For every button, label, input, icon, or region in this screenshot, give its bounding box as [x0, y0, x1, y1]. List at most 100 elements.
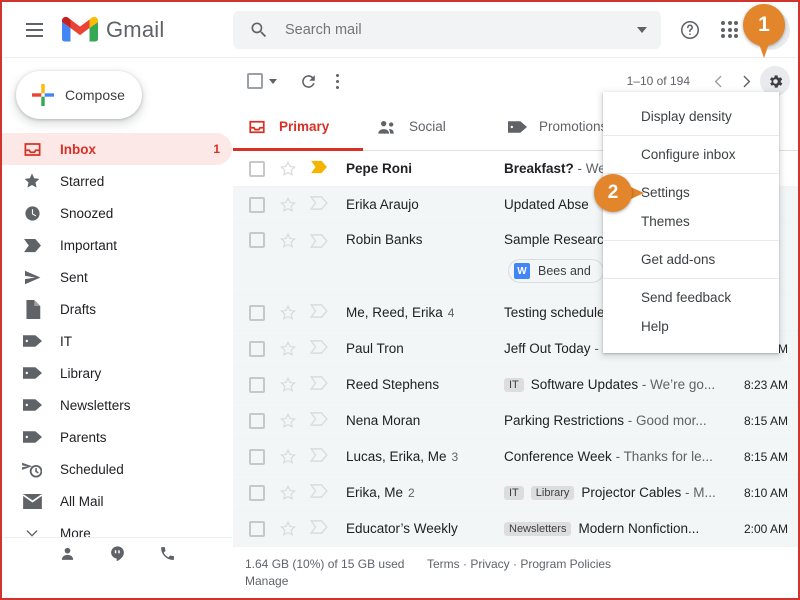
help-button[interactable]	[670, 10, 710, 50]
row-checkbox[interactable]	[249, 521, 265, 537]
row-time: 8:15 AM	[734, 450, 798, 464]
row-checkbox[interactable]	[249, 485, 265, 501]
label-chip[interactable]: IT	[504, 378, 524, 392]
tab-label: Promotions	[539, 119, 607, 134]
table-row[interactable]: Lucas, Erika, Me3 Conference Week - Than…	[233, 439, 798, 475]
important-icon[interactable]	[310, 232, 328, 250]
label-chip[interactable]: Library	[531, 486, 575, 500]
mail-stack-icon	[22, 491, 42, 511]
important-icon[interactable]	[310, 448, 328, 466]
important-icon[interactable]	[310, 520, 328, 538]
sidebar-item-all-mail[interactable]: All Mail	[2, 485, 232, 517]
snippet-text: - M...	[681, 485, 716, 500]
sidebar-item-sent[interactable]: Sent	[2, 261, 232, 293]
attachment-name: Bees and	[538, 264, 591, 278]
sidebar-item-snoozed[interactable]: Snoozed	[2, 197, 232, 229]
row-time: 8:10 AM	[734, 486, 798, 500]
star-icon[interactable]	[279, 484, 297, 502]
sidebar-item-scheduled[interactable]: Scheduled	[2, 453, 232, 485]
subject-text: Parking Restrictions	[504, 413, 624, 428]
table-row[interactable]: Erika, Me2 IT Library Projector Cables -…	[233, 475, 798, 511]
menu-item-configure-inbox[interactable]: Configure inbox	[603, 140, 779, 169]
row-checkbox[interactable]	[249, 305, 265, 321]
sidebar-item-important[interactable]: Important	[2, 229, 232, 261]
sidebar-item-inbox[interactable]: Inbox 1	[2, 133, 232, 165]
next-page-button[interactable]	[732, 67, 760, 95]
sender-name: Erika Araujo	[346, 197, 419, 212]
phone-icon[interactable]	[157, 544, 177, 564]
row-checkbox[interactable]	[249, 377, 265, 393]
menu-item-get-add-ons[interactable]: Get add-ons	[603, 245, 779, 274]
label-chip[interactable]: IT	[504, 486, 524, 500]
table-row[interactable]: Nena Moran Parking Restrictions - Good m…	[233, 403, 798, 439]
star-icon[interactable]	[279, 160, 297, 178]
star-icon[interactable]	[279, 340, 297, 358]
important-icon[interactable]	[310, 340, 328, 358]
important-icon[interactable]	[310, 160, 328, 178]
subject-text: Modern Nonfiction...	[578, 521, 699, 536]
sidebar-item-starred[interactable]: Starred	[2, 165, 232, 197]
important-icon[interactable]	[310, 196, 328, 214]
row-sender: Lucas, Erika, Me3	[346, 449, 504, 464]
menu-item-help[interactable]: Help	[603, 312, 779, 341]
sidebar-bottom-bar	[2, 537, 232, 569]
table-row[interactable]: Reed Stephens IT Software Updates - We’r…	[233, 367, 798, 403]
search-options-button[interactable]	[623, 11, 661, 49]
attachment-chip[interactable]: W Bees and	[508, 259, 604, 283]
row-checkbox[interactable]	[249, 161, 265, 177]
select-all-checkbox[interactable]	[247, 73, 277, 89]
important-icon[interactable]	[310, 304, 328, 322]
search-input[interactable]	[285, 22, 623, 38]
important-icon[interactable]	[310, 484, 328, 502]
sidebar-item-label: Sent	[60, 270, 220, 285]
sender-name: Nena Moran	[346, 413, 420, 428]
contacts-icon[interactable]	[57, 544, 77, 564]
draft-icon	[22, 299, 42, 319]
sidebar-item-parents[interactable]: Parents	[2, 421, 232, 453]
sidebar-item-newsletters[interactable]: Newsletters	[2, 389, 232, 421]
row-checkbox[interactable]	[249, 413, 265, 429]
prev-page-button[interactable]	[704, 67, 732, 95]
sender-name: Robin Banks	[346, 232, 423, 247]
refresh-button[interactable]	[299, 64, 318, 98]
hangouts-icon[interactable]	[107, 544, 127, 564]
callout-tail	[757, 38, 771, 58]
star-icon[interactable]	[279, 304, 297, 322]
mail-footer: 1.64 GB (10%) of 15 GB used Manage Terms…	[233, 550, 798, 598]
send-icon	[22, 267, 42, 287]
row-checkbox[interactable]	[249, 341, 265, 357]
star-icon[interactable]	[279, 232, 297, 250]
row-time: 8:15 AM	[734, 414, 798, 428]
row-sender: Me, Reed, Erika4	[346, 305, 504, 320]
tab-primary[interactable]: Primary	[233, 103, 363, 150]
hamburger-icon[interactable]	[12, 8, 56, 52]
legal-links[interactable]: Terms · Privacy · Program Policies	[427, 556, 611, 573]
manage-storage-link[interactable]: Manage	[245, 573, 413, 590]
more-options-button[interactable]	[336, 64, 339, 98]
row-checkbox[interactable]	[249, 232, 265, 248]
tab-social[interactable]: Social	[363, 103, 493, 150]
star-icon[interactable]	[279, 412, 297, 430]
sidebar-item-drafts[interactable]: Drafts	[2, 293, 232, 325]
table-row[interactable]: Educator’s Weekly Newsletters Modern Non…	[233, 511, 798, 547]
important-icon[interactable]	[310, 412, 328, 430]
compose-button[interactable]: Compose	[16, 71, 142, 119]
menu-item-send-feedback[interactable]: Send feedback	[603, 283, 779, 312]
sidebar-item-label: Scheduled	[60, 462, 220, 477]
label-chip[interactable]: Newsletters	[504, 522, 571, 536]
sender-name: Paul Tron	[346, 341, 404, 356]
pagination-range: 1–10 of 194	[627, 74, 690, 88]
important-icon[interactable]	[310, 376, 328, 394]
sender-name: Educator’s Weekly	[346, 521, 458, 536]
row-checkbox[interactable]	[249, 449, 265, 465]
row-checkbox[interactable]	[249, 197, 265, 213]
star-icon[interactable]	[279, 448, 297, 466]
star-icon[interactable]	[279, 196, 297, 214]
star-icon[interactable]	[279, 376, 297, 394]
search-bar[interactable]	[233, 11, 661, 49]
sidebar-item-it[interactable]: IT	[2, 325, 232, 357]
subject-text: Jeff Out Today	[504, 341, 591, 356]
menu-item-display-density[interactable]: Display density	[603, 102, 779, 131]
star-icon[interactable]	[279, 520, 297, 538]
sidebar-item-library[interactable]: Library	[2, 357, 232, 389]
